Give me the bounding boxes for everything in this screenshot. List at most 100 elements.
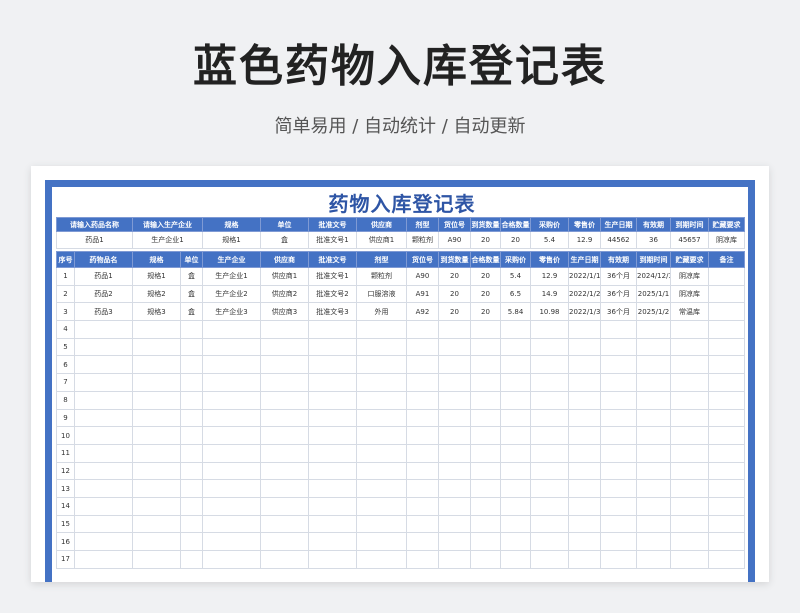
table-cell[interactable] [260,443,309,463]
table-cell[interactable] [308,479,357,498]
table-cell[interactable] [600,479,637,498]
table-cell[interactable] [180,461,203,481]
table-cell[interactable] [636,532,671,551]
table-cell[interactable]: 11 [56,443,75,463]
table-cell[interactable] [180,443,203,463]
table-cell[interactable] [406,532,439,551]
table-cell[interactable] [260,496,309,516]
table-cell[interactable] [132,532,181,551]
table-cell[interactable]: 3 [56,302,75,322]
table-cell[interactable] [406,461,439,481]
table-cell[interactable] [180,320,203,339]
table-cell[interactable] [568,443,601,463]
table-cell[interactable]: 2024/12/31 [636,267,671,286]
table-cell[interactable] [356,390,407,410]
table-cell[interactable] [708,337,745,357]
table-cell[interactable] [202,320,261,339]
table-cell[interactable] [406,355,439,375]
table-cell[interactable] [202,479,261,498]
table-cell[interactable] [600,514,637,534]
table-cell[interactable] [568,390,601,410]
table-cell[interactable] [438,390,471,410]
table-cell[interactable] [470,408,501,428]
table-cell[interactable] [406,496,439,516]
table-cell[interactable] [530,461,569,481]
table-cell[interactable] [202,373,261,392]
table-cell[interactable] [708,479,745,498]
table-cell[interactable] [470,426,501,445]
table-cell[interactable] [308,320,357,339]
table-cell[interactable] [132,320,181,339]
table-cell[interactable] [260,320,309,339]
table-cell[interactable] [708,373,745,392]
table-cell[interactable] [308,390,357,410]
table-cell[interactable] [356,550,407,569]
table-cell[interactable] [438,461,471,481]
table-cell[interactable] [180,408,203,428]
table-cell[interactable] [530,550,569,569]
table-cell[interactable] [708,355,745,375]
table-cell[interactable]: 20 [438,267,471,286]
table-cell[interactable] [260,550,309,569]
table-cell[interactable]: 规格3 [132,302,181,322]
table-cell[interactable] [406,479,439,498]
table-cell[interactable] [308,355,357,375]
table-cell[interactable]: 药品3 [74,302,133,322]
table-cell[interactable] [74,337,133,357]
table-cell[interactable] [356,532,407,551]
table-cell[interactable] [600,390,637,410]
table-cell[interactable] [406,390,439,410]
table-cell[interactable] [568,426,601,445]
query-value-cell[interactable]: A90 [438,231,471,249]
table-cell[interactable]: 盒 [180,302,203,322]
table-cell[interactable] [530,355,569,375]
table-cell[interactable] [180,373,203,392]
table-cell[interactable] [568,320,601,339]
table-cell[interactable] [500,532,531,551]
table-cell[interactable] [530,479,569,498]
table-cell[interactable] [406,320,439,339]
table-cell[interactable] [132,514,181,534]
table-cell[interactable] [260,337,309,357]
table-cell[interactable] [202,408,261,428]
table-cell[interactable] [500,514,531,534]
table-cell[interactable] [470,320,501,339]
table-cell[interactable]: 12.9 [530,267,569,286]
table-cell[interactable] [260,461,309,481]
table-cell[interactable] [530,443,569,463]
table-cell[interactable]: 供应商1 [260,267,309,286]
table-cell[interactable]: 8 [56,390,75,410]
table-cell[interactable] [670,355,709,375]
table-cell[interactable] [406,443,439,463]
table-cell[interactable] [636,479,671,498]
table-cell[interactable] [708,320,745,339]
table-cell[interactable] [708,532,745,551]
table-cell[interactable] [500,479,531,498]
table-cell[interactable] [600,337,637,357]
table-cell[interactable]: 盒 [180,284,203,304]
table-cell[interactable]: 15 [56,514,75,534]
table-cell[interactable] [568,532,601,551]
table-cell[interactable] [636,408,671,428]
table-cell[interactable]: 17 [56,550,75,569]
table-cell[interactable] [438,426,471,445]
table-cell[interactable]: 20 [438,302,471,322]
table-cell[interactable] [530,496,569,516]
table-cell[interactable] [500,550,531,569]
table-cell[interactable] [180,496,203,516]
table-cell[interactable]: 批准文号2 [308,284,357,304]
table-cell[interactable] [470,337,501,357]
table-cell[interactable] [308,550,357,569]
table-cell[interactable] [356,320,407,339]
table-cell[interactable]: 2025/1/2 [636,302,671,322]
table-cell[interactable] [356,443,407,463]
table-cell[interactable] [708,461,745,481]
table-cell[interactable] [600,426,637,445]
table-cell[interactable] [356,337,407,357]
query-value-cell[interactable]: 颗粒剂 [406,231,439,249]
table-cell[interactable] [670,461,709,481]
table-cell[interactable]: 36个月 [600,302,637,322]
table-cell[interactable]: 药品2 [74,284,133,304]
table-cell[interactable] [74,443,133,463]
table-cell[interactable] [356,408,407,428]
